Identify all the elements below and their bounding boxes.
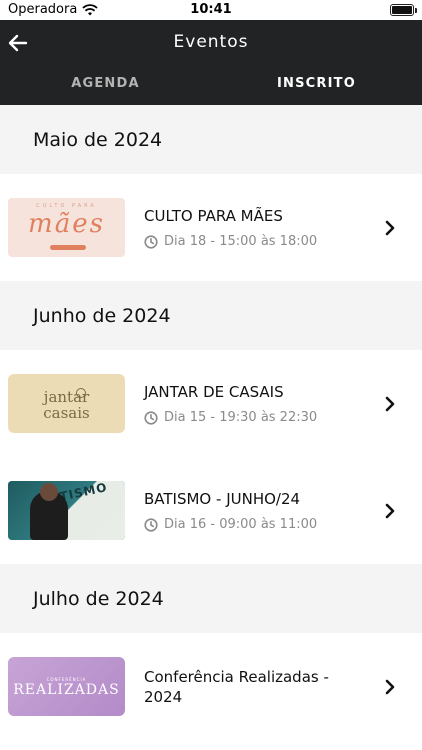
event-info: Conferência Realizadas - 2024 <box>144 667 354 707</box>
clock-icon <box>144 517 158 532</box>
month-header: Maio de 2024 <box>0 105 422 174</box>
event-thumbnail: CONFERÊNCIA REALIZADAS <box>8 657 125 716</box>
clock-icon <box>144 410 158 425</box>
event-thumbnail: CULTO PARA mães <box>8 198 125 257</box>
event-time-label: Dia 16 - 09:00 às 11:00 <box>164 517 318 532</box>
month-header: Junho de 2024 <box>0 281 422 350</box>
thumb-title: mães <box>28 209 105 239</box>
battery-fill <box>392 6 412 14</box>
thumb-line-2: REALIZADAS <box>13 682 120 698</box>
event-info: BATISMO - JUNHO/24 Dia 16 - 09:00 às 11:… <box>144 489 354 532</box>
app-bar: Eventos AGENDA INSCRITO <box>0 20 422 105</box>
thumb-ring <box>76 388 86 398</box>
event-title: Conferência Realizadas - 2024 <box>144 667 329 706</box>
page-title: Eventos <box>173 32 249 52</box>
thumb-pill <box>50 245 86 250</box>
event-title: JANTAR DE CASAIS <box>144 383 284 401</box>
event-item[interactable]: jantar casais JANTAR DE CASAIS Dia 15 - … <box>0 350 422 457</box>
event-thumbnail: jantar casais <box>8 374 125 433</box>
chevron-right-icon[interactable] <box>383 395 397 413</box>
event-time: Dia 18 - 15:00 às 18:00 <box>144 234 354 249</box>
event-title: CULTO PARA MÃES <box>144 207 283 225</box>
event-item[interactable]: CONFERÊNCIA REALIZADAS Conferência Reali… <box>0 633 422 740</box>
clock: 10:41 <box>190 2 232 17</box>
tab-inscrito[interactable]: INSCRITO <box>211 76 422 91</box>
thumb-head <box>40 483 58 501</box>
event-item[interactable]: CULTO PARA mães CULTO PARA MÃES Dia 18 -… <box>0 174 422 281</box>
status-bar: Operadora 10:41 <box>0 0 422 20</box>
event-info: JANTAR DE CASAIS Dia 15 - 19:30 às 22:30 <box>144 382 354 425</box>
month-header: Julho de 2024 <box>0 564 422 633</box>
event-time: Dia 16 - 09:00 às 11:00 <box>144 517 354 532</box>
event-item[interactable]: BATISMO BATISMO - JUNHO/24 Dia 16 - 09:0… <box>0 457 422 564</box>
chevron-right-icon[interactable] <box>383 502 397 520</box>
events-list[interactable]: Maio de 2024 CULTO PARA mães CULTO PARA … <box>0 105 422 750</box>
event-time-label: Dia 18 - 15:00 às 18:00 <box>164 234 318 249</box>
event-thumbnail: BATISMO <box>8 481 125 540</box>
event-info: CULTO PARA MÃES Dia 18 - 15:00 às 18:00 <box>144 206 354 249</box>
event-title: BATISMO - JUNHO/24 <box>144 490 301 508</box>
tab-agenda[interactable]: AGENDA <box>0 76 211 91</box>
thumb-line-2: casais <box>43 404 90 422</box>
chevron-right-icon[interactable] <box>383 678 397 696</box>
event-time: Dia 15 - 19:30 às 22:30 <box>144 410 354 425</box>
battery-icon <box>390 4 417 16</box>
event-time-label: Dia 15 - 19:30 às 22:30 <box>164 410 318 425</box>
chevron-right-icon[interactable] <box>383 219 397 237</box>
clock-icon <box>144 234 158 249</box>
